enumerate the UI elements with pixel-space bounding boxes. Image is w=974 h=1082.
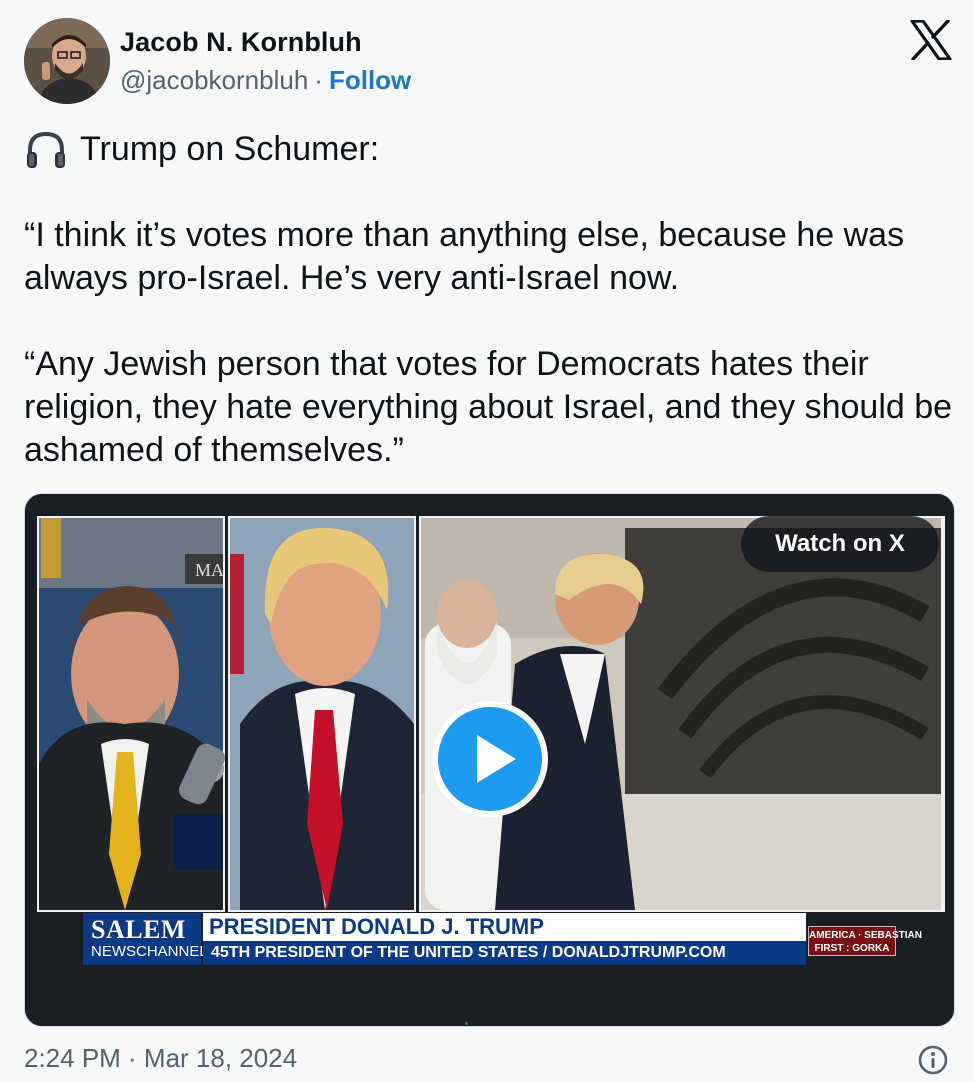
tweet-text: Trump on Schumer: “I think it’s votes mo… xyxy=(24,128,954,472)
watch-on-x-button[interactable]: Watch on X xyxy=(741,516,939,572)
show-badge: AMERICA · SEBASTIAN FIRST : GORKA xyxy=(808,926,922,956)
lower-third-banner: SALEM NEWSCHANNEL PRESIDENT DONALD J. TR… xyxy=(83,913,806,965)
tweet-paragraph-1: “I think it’s votes more than anything e… xyxy=(24,216,905,297)
video-player[interactable]: MA Watch on X SALEM NEWSCHANNEL PRESIDEN… xyxy=(24,493,955,1027)
separator-dot: · xyxy=(314,65,323,95)
show-badge-line-1: AMERICA · SEBASTIAN xyxy=(809,930,922,941)
tweet-first-line: Trump on Schumer: xyxy=(24,128,954,171)
tweet-timestamp[interactable]: 2:24 PM · Mar 18, 2024 xyxy=(24,1043,297,1074)
author-name[interactable]: Jacob N. Kornbluh xyxy=(120,27,362,58)
play-icon[interactable] xyxy=(430,699,550,819)
author-avatar[interactable] xyxy=(24,18,110,104)
svg-text:MA: MA xyxy=(195,560,224,580)
speaker-title: 45TH PRESIDENT OF THE UNITED STATES / DO… xyxy=(203,941,806,965)
network-logo: SALEM NEWSCHANNEL xyxy=(83,913,208,965)
x-logo-icon[interactable] xyxy=(910,20,952,60)
author-handle-row: @jacobkornbluh · Follow xyxy=(120,65,411,96)
tweet-paragraph-2: “Any Jewish person that votes for Democr… xyxy=(24,345,953,469)
network-subtitle: NEWSCHANNEL xyxy=(91,943,208,960)
headphones-icon xyxy=(27,131,65,168)
video-progress-indicator xyxy=(465,1022,468,1025)
network-name: SALEM xyxy=(91,915,186,944)
tweet-card: Jacob N. Kornbluh @jacobkornbluh · Follow … xyxy=(0,0,974,1082)
show-badge-line-2: FIRST : GORKA xyxy=(814,943,890,954)
tweet-line-1: Trump on Schumer: xyxy=(80,130,380,168)
info-icon[interactable] xyxy=(917,1044,949,1076)
follow-button[interactable]: Follow xyxy=(329,65,411,95)
author-handle[interactable]: @jacobkornbluh xyxy=(120,65,308,95)
speaker-name: PRESIDENT DONALD J. TRUMP xyxy=(203,913,806,941)
